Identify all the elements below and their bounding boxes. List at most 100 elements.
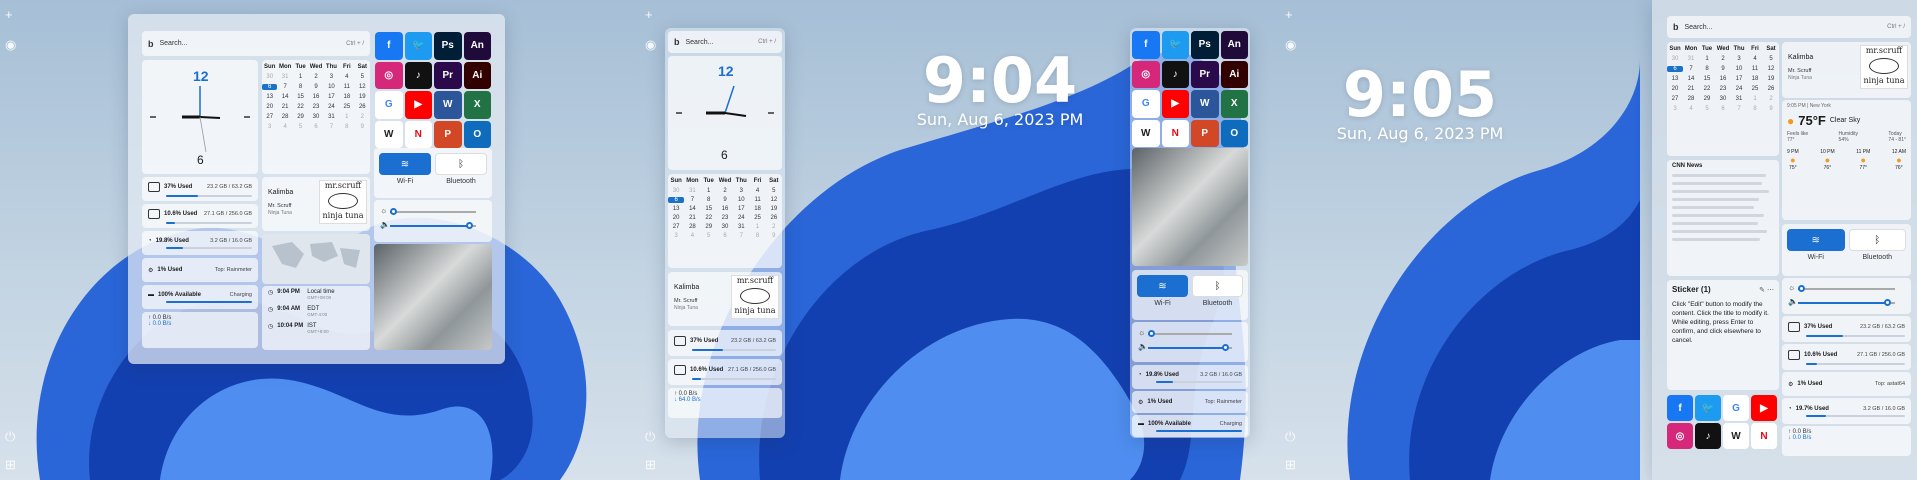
tiktok-icon[interactable]: ♪ [1161,60,1189,88]
calendar-date[interactable]: 4 [684,233,700,239]
calendar-date[interactable]: 10 [324,84,339,90]
calendar-date[interactable]: 30 [262,74,277,80]
eye-icon[interactable]: ◉ [645,38,656,51]
facebook-icon[interactable]: f [1132,31,1160,59]
windows-icon[interactable]: ⊞ [645,458,656,471]
calendar-date[interactable]: 9 [1715,66,1731,72]
wikipedia-icon[interactable]: W [1132,119,1160,147]
calendar-date[interactable]: 29 [1699,96,1715,102]
calendar-date[interactable]: 1 [1699,56,1715,62]
calendar-date[interactable]: 30 [1715,96,1731,102]
calendar-date[interactable]: 18 [749,206,765,212]
wikipedia-icon[interactable]: W [375,120,403,148]
calendar-date[interactable]: 26 [766,215,782,221]
calendar-date[interactable]: 14 [684,206,700,212]
calendar-date[interactable]: 16 [1715,76,1731,82]
wikipedia-icon[interactable]: W [1723,423,1749,449]
google-icon[interactable]: G [1723,395,1749,421]
netflix-icon[interactable]: N [404,120,432,148]
calendar-date[interactable]: 28 [684,224,700,230]
calendar-date[interactable]: 6 [308,124,323,130]
tiktok-icon[interactable]: ♪ [404,61,432,89]
youtube-icon[interactable]: ▶ [1751,395,1777,421]
calendar-date[interactable]: 30 [668,188,684,194]
premiere-icon[interactable]: Pr [1191,60,1219,88]
calendar-date[interactable]: 3 [262,124,277,130]
calendar-date[interactable]: 13 [668,206,684,212]
calendar-date[interactable]: 12 [766,197,782,203]
calendar-date[interactable]: 9 [717,197,733,203]
power-icon[interactable]: ⏻ [645,430,655,443]
calendar-date[interactable]: 13 [1667,76,1683,82]
wifi-toggle[interactable]: ≋ Wi-Fi [1137,275,1188,315]
facebook-icon[interactable]: f [1667,395,1693,421]
calendar-date[interactable]: 30 [1667,56,1683,62]
outlook-icon[interactable]: O [1220,119,1248,147]
calendar-date[interactable]: 18 [1747,76,1763,82]
volume-slider[interactable]: 🔈 [380,218,486,232]
wifi-toggle[interactable]: ≋ Wi-Fi [379,153,431,193]
sticker-title[interactable]: Sticker (1) [1672,285,1711,294]
calendar-date[interactable]: 17 [733,206,749,212]
photoshop-icon[interactable]: Ps [434,32,462,60]
calendar-date[interactable]: 19 [766,206,782,212]
volume-slider[interactable]: 🔈 [1788,295,1905,309]
calendar-date[interactable]: 1 [339,114,354,120]
calendar-date[interactable]: 28 [1683,96,1699,102]
calendar-date[interactable]: 19 [1763,76,1779,82]
calendar-date[interactable]: 9 [355,124,370,130]
premiere-icon[interactable]: Pr [434,61,462,89]
calendar-date[interactable]: 3 [668,233,684,239]
sticker-note[interactable]: Sticker (1) ✎ ⋯ Click "Edit" button to mo… [1667,280,1779,390]
calendar-date[interactable]: 24 [733,215,749,221]
windows-icon[interactable]: ⊞ [1285,458,1296,471]
calendar-date[interactable]: 24 [324,104,339,110]
calendar-date[interactable]: 3 [1667,106,1683,112]
calendar-date[interactable]: 4 [339,74,354,80]
calendar-date[interactable]: 14 [1683,76,1699,82]
calendar-date[interactable]: 22 [701,215,717,221]
calendar-date[interactable]: 27 [262,114,277,120]
music-player[interactable]: Kalimba Mr. Scruff Ninja Tuna mr.scruff n… [1782,42,1911,98]
calendar-date[interactable]: 25 [339,104,354,110]
calendar-date[interactable]: 23 [308,104,323,110]
calendar-date[interactable]: 29 [701,224,717,230]
add-icon[interactable]: + [5,8,13,21]
calendar-date[interactable]: 16 [717,206,733,212]
add-icon[interactable]: + [645,8,653,21]
calendar-date[interactable]: 30 [308,114,323,120]
calendar-date[interactable]: 6 [262,84,278,90]
volume-slider[interactable]: 🔈 [1138,340,1242,354]
instagram-icon[interactable]: ◎ [1667,423,1693,449]
calendar-date[interactable]: 12 [1763,66,1779,72]
calendar-date[interactable]: 31 [277,74,292,80]
facebook-icon[interactable]: f [375,32,403,60]
calendar-date[interactable]: 12 [355,84,370,90]
edit-icon[interactable]: ✎ [1759,287,1765,294]
calendar-date[interactable]: 21 [684,215,700,221]
bluetooth-toggle[interactable]: ᛒ Bluetooth [435,153,487,193]
calendar-date[interactable]: 30 [717,224,733,230]
bluetooth-toggle[interactable]: ᛒ Bluetooth [1848,229,1906,271]
calendar-date[interactable]: 4 [1747,56,1763,62]
calendar-date[interactable]: 7 [277,84,292,90]
calendar-date[interactable]: 17 [324,94,339,100]
search-input[interactable]: Search... [686,39,714,46]
calendar-date[interactable]: 27 [668,224,684,230]
calendar-date[interactable]: 28 [277,114,292,120]
eye-icon[interactable]: ◉ [1285,38,1296,51]
music-player[interactable]: Kalimba Mr. Scruff Ninja Tuna mr.scruff n… [668,272,782,326]
calendar-date[interactable]: 1 [1747,96,1763,102]
calendar-date[interactable]: 31 [1731,96,1747,102]
calendar-date[interactable]: 5 [1699,106,1715,112]
calendar-date[interactable]: 26 [1763,86,1779,92]
calendar-date[interactable]: 23 [717,215,733,221]
calendar-date[interactable]: 8 [749,233,765,239]
calendar-date[interactable]: 6 [668,197,685,203]
calendar-date[interactable]: 6 [1667,66,1683,72]
calendar-date[interactable]: 5 [355,74,370,80]
calendar-date[interactable]: 1 [293,74,308,80]
calendar-date[interactable]: 2 [355,114,370,120]
calendar-date[interactable]: 17 [1731,76,1747,82]
search-input[interactable]: Search... [160,40,188,47]
